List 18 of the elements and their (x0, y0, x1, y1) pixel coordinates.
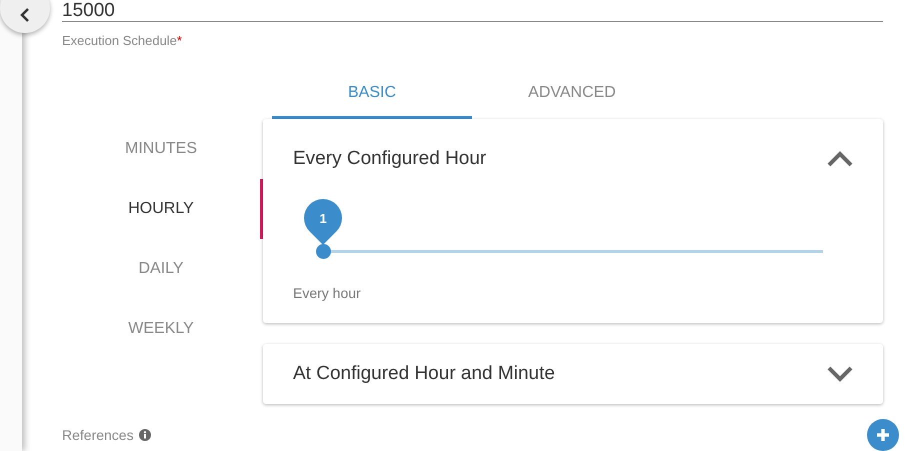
frequency-item[interactable]: WEEKLY (62, 299, 263, 359)
tab[interactable]: ADVANCED (472, 67, 672, 119)
add-button[interactable] (867, 419, 899, 451)
value-label: 1 (319, 210, 327, 226)
expand-icon[interactable] (827, 366, 853, 382)
input-field[interactable]: 15000 (62, 0, 883, 22)
info-icon[interactable] (138, 429, 151, 441)
section-label: References (62, 427, 134, 443)
slider-thumb[interactable] (316, 244, 331, 259)
plus-icon (875, 427, 891, 443)
collapse-icon[interactable] (827, 151, 853, 167)
panel-title[interactable]: Every Configured Hour (293, 148, 486, 170)
frequency-item[interactable]: DAILY (62, 239, 263, 299)
slider-caption: Every hour (293, 285, 362, 301)
back-icon (20, 7, 30, 23)
panel-title[interactable]: At Configured Hour and Minute (293, 363, 555, 385)
field-label: Execution Schedule* (62, 33, 183, 50)
frequency-item[interactable]: MINUTES (62, 119, 263, 179)
